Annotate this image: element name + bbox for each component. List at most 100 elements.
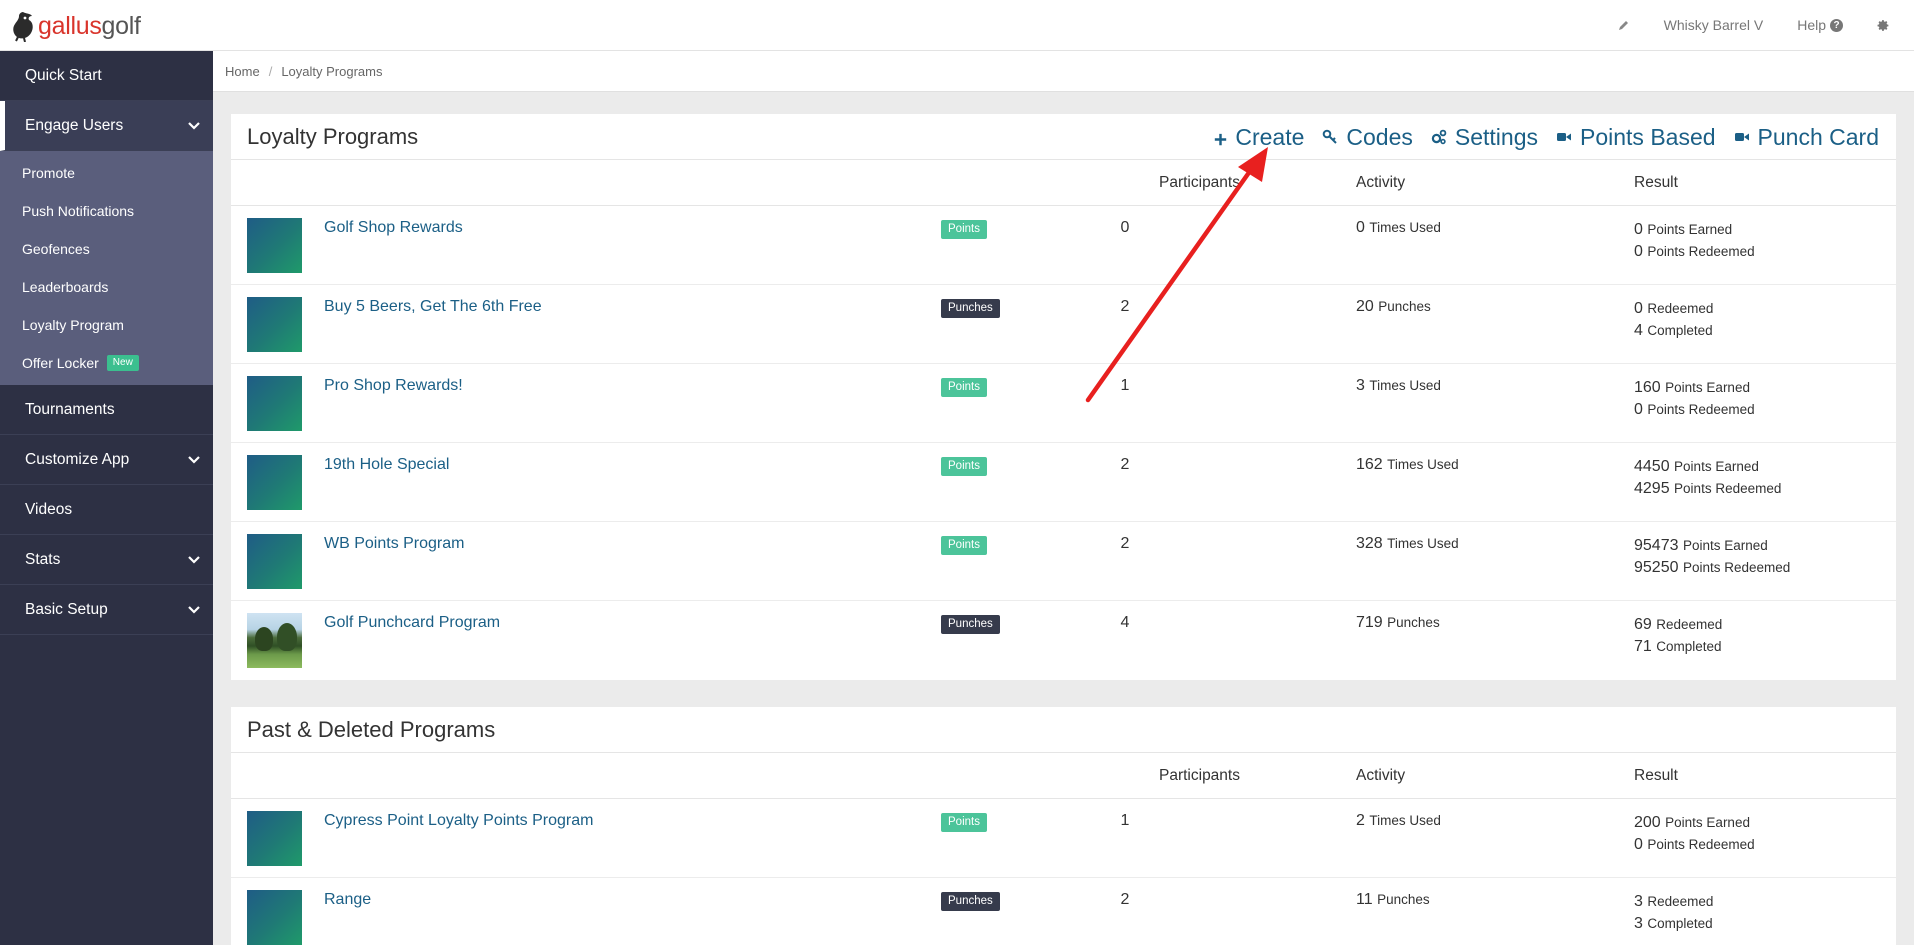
activity-unit: Punches: [1378, 299, 1431, 314]
activity-unit: Punches: [1377, 892, 1430, 907]
points-based-video-button[interactable]: Points Based: [1556, 124, 1716, 151]
table-row[interactable]: Golf Punchcard Program Punches 4 719 Punche…: [231, 601, 1896, 680]
codes-label: Codes: [1346, 123, 1413, 150]
codes-button[interactable]: Codes: [1322, 123, 1413, 151]
program-thumbnail[interactable]: [247, 455, 302, 510]
result-unit: Points Redeemed: [1682, 560, 1791, 575]
sidebar-subitem-leaderboards[interactable]: Leaderboards: [0, 268, 213, 306]
edit-button[interactable]: [1617, 19, 1630, 32]
table-row[interactable]: Cypress Point Loyalty Points Program Poin…: [231, 799, 1896, 878]
activity-unit: Times Used: [1369, 220, 1441, 235]
program-name-link[interactable]: Cypress Point Loyalty Points Program: [324, 812, 593, 830]
sidebar-subitem-label: Geofences: [22, 241, 90, 257]
result-value: 0 Redeemed 4 Completed: [1634, 298, 1713, 342]
top-bar: gallusgolf Whisky Barrel V Help ?: [0, 0, 1914, 51]
activity-number: 328: [1356, 535, 1383, 552]
participants-count: 2: [1120, 535, 1130, 552]
program-type-badge: Points: [941, 378, 987, 397]
sidebar-item-basic-setup[interactable]: Basic Setup: [0, 585, 213, 635]
program-name-link[interactable]: Buy 5 Beers, Get The 6th Free: [324, 298, 542, 316]
activity-unit: Times Used: [1369, 813, 1441, 828]
program-name-link[interactable]: WB Points Program: [324, 535, 464, 553]
column-activity: Activity: [1356, 174, 1406, 191]
loyalty-actions: Create Codes Settings Points Based Punch…: [1214, 114, 1879, 160]
result-value: 69 Redeemed 71 Completed: [1634, 614, 1722, 658]
help-link[interactable]: Help ?: [1797, 17, 1843, 33]
breadcrumb-home[interactable]: Home: [225, 64, 260, 79]
result-number: 0: [1634, 300, 1643, 317]
activity-number: 2: [1356, 812, 1365, 829]
result-unit: Points Earned: [1682, 538, 1768, 553]
points-based-label: Points Based: [1580, 123, 1716, 150]
sidebar-item-engage-users[interactable]: Engage Users: [0, 101, 213, 151]
result-unit: Points Redeemed: [1647, 244, 1755, 259]
sidebar-item-stats[interactable]: Stats: [0, 535, 213, 585]
sidebar-item-tournaments[interactable]: Tournaments: [0, 385, 213, 435]
page-title: Loyalty Programs: [247, 123, 419, 149]
logo-text-gallus: gallus: [38, 11, 102, 40]
activity-unit: Times Used: [1387, 457, 1459, 472]
create-button[interactable]: Create: [1214, 124, 1304, 151]
sidebar-item-customize-app[interactable]: Customize App: [0, 435, 213, 485]
result-number: 200: [1634, 814, 1661, 831]
table-row[interactable]: Range Punches 2 11 Punches 3 Redeemed 3 Compl…: [231, 878, 1896, 945]
punch-card-video-button[interactable]: Punch Card: [1734, 124, 1879, 151]
participants-count: 0: [1120, 219, 1130, 236]
participants-count: 1: [1120, 812, 1130, 829]
sidebar-subitem-push-notifications[interactable]: Push Notifications: [0, 192, 213, 230]
program-thumbnail[interactable]: [247, 218, 302, 273]
activity-number: 20: [1356, 298, 1374, 315]
sidebar-subitem-offer-locker[interactable]: Offer Locker New: [0, 344, 213, 382]
result-unit: Points Earned: [1647, 222, 1733, 237]
settings-gear-button[interactable]: [1877, 19, 1890, 32]
column-participants: Participants: [1159, 767, 1240, 784]
program-thumbnail[interactable]: [247, 534, 302, 589]
activity-number: 162: [1356, 456, 1383, 473]
result-unit: Redeemed: [1647, 894, 1714, 909]
program-name-link[interactable]: Golf Punchcard Program: [324, 614, 500, 632]
table-row[interactable]: Pro Shop Rewards! Points 1 3 Times Used 160 …: [231, 364, 1896, 443]
table-row[interactable]: Golf Shop Rewards Points 0 0 Times Used 0 Po…: [231, 206, 1896, 285]
past-programs-header: Past & Deleted Programs: [231, 707, 1896, 753]
result-number: 3: [1634, 915, 1643, 932]
activity-value: 328 Times Used: [1356, 535, 1459, 553]
sidebar-subitem-loyalty-program[interactable]: Loyalty Program: [0, 306, 213, 344]
sidebar-subitem-promote[interactable]: Promote: [0, 154, 213, 192]
plus-icon: [1215, 133, 1227, 145]
sidebar-item-label: Tournaments: [25, 401, 115, 418]
sidebar: Quick Start Engage Users Promote Push No…: [0, 51, 213, 945]
program-name-link[interactable]: Pro Shop Rewards!: [324, 377, 463, 395]
table-row[interactable]: Buy 5 Beers, Get The 6th Free Punches 2 20 …: [231, 285, 1896, 364]
program-thumbnail[interactable]: [247, 297, 302, 352]
gallus-golf-logo[interactable]: gallusgolf: [10, 10, 141, 42]
result-unit: Completed: [1656, 639, 1722, 654]
program-thumbnail[interactable]: [247, 890, 302, 945]
sidebar-item-label: Quick Start: [25, 67, 102, 84]
result-number: 95250: [1634, 559, 1679, 576]
program-thumbnail[interactable]: [247, 376, 302, 431]
program-name-link[interactable]: 19th Hole Special: [324, 456, 449, 474]
result-unit: Redeemed: [1647, 301, 1714, 316]
chevron-down-icon: [187, 535, 201, 585]
program-type-badge: Punches: [941, 615, 1000, 634]
sidebar-item-videos[interactable]: Videos: [0, 485, 213, 535]
table-row[interactable]: 19th Hole Special Points 2 162 Times Used 44…: [231, 443, 1896, 522]
settings-button[interactable]: Settings: [1431, 124, 1538, 151]
cogs-icon: [1431, 129, 1447, 145]
program-thumbnail[interactable]: [247, 613, 302, 668]
program-name-link[interactable]: Range: [324, 891, 371, 909]
table-header: Participants Activity Result: [231, 753, 1896, 799]
account-switcher[interactable]: Whisky Barrel V: [1664, 17, 1764, 33]
sidebar-subitem-geofences[interactable]: Geofences: [0, 230, 213, 268]
program-name-link[interactable]: Golf Shop Rewards: [324, 219, 463, 237]
activity-value: 719 Punches: [1356, 614, 1440, 632]
activity-unit: Punches: [1387, 615, 1440, 630]
activity-unit: Times Used: [1369, 378, 1441, 393]
table-row[interactable]: WB Points Program Points 2 328 Times Used 95…: [231, 522, 1896, 601]
result-number: 4450: [1634, 458, 1670, 475]
program-thumbnail[interactable]: [247, 811, 302, 866]
result-number: 95473: [1634, 537, 1679, 554]
breadcrumb: Home / Loyalty Programs: [213, 51, 1914, 92]
participants-count: 4: [1120, 614, 1130, 631]
sidebar-item-quick-start[interactable]: Quick Start: [0, 51, 213, 101]
